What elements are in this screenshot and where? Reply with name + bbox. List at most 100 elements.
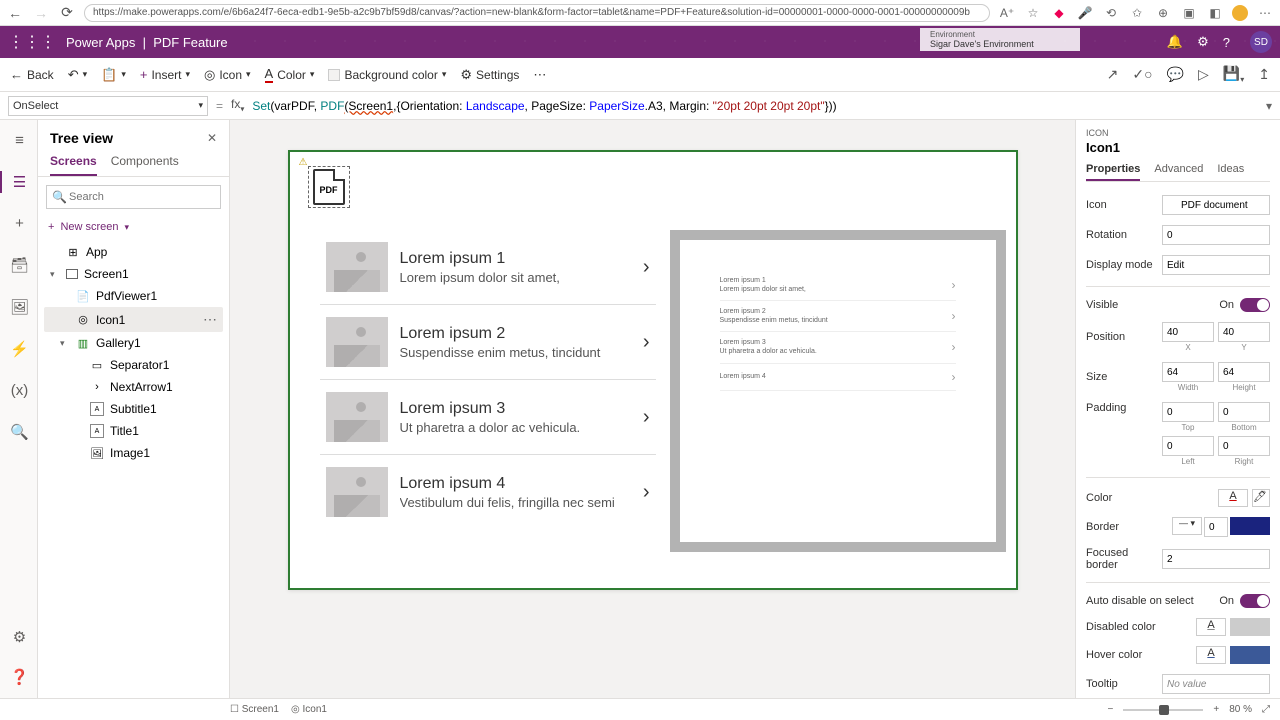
share-icon[interactable]: ↗: [1107, 66, 1119, 83]
settings-button[interactable]: ⚙Settings: [460, 67, 519, 83]
rail-insert-icon[interactable]: +: [0, 213, 37, 234]
profile-avatar-icon[interactable]: [1232, 5, 1248, 21]
icon-value-input[interactable]: [1162, 195, 1270, 215]
tree-item-screen1[interactable]: ▾Screen1: [44, 263, 223, 285]
hover-swatch[interactable]: [1230, 646, 1270, 664]
pos-y-input[interactable]: [1218, 322, 1270, 342]
icon-button[interactable]: ◎Icon▾: [204, 67, 251, 83]
rotation-input[interactable]: [1162, 225, 1270, 245]
bgcolor-button[interactable]: Background color▾: [328, 68, 446, 82]
tree-item-gallery1[interactable]: ▾▥Gallery1: [44, 332, 223, 354]
tree-item-nextarrow1[interactable]: ›NextArrow1: [44, 376, 223, 398]
chevron-right-icon[interactable]: ›: [643, 406, 650, 429]
environment-picker[interactable]: Environment Sigar Dave's Environment: [920, 28, 1080, 51]
tree-item-app[interactable]: ⊞App: [44, 241, 223, 263]
more-icon[interactable]: ⋯: [1256, 6, 1274, 20]
border-color-swatch[interactable]: [1230, 517, 1270, 535]
tab-properties[interactable]: Properties: [1086, 163, 1140, 181]
mic-icon[interactable]: 🎤: [1076, 6, 1094, 20]
chevron-right-icon[interactable]: ›: [643, 256, 650, 279]
tree-item-image1[interactable]: 🖼Image1: [44, 442, 223, 464]
hover-color-picker[interactable]: A: [1196, 646, 1226, 664]
rail-search-icon[interactable]: 🔍: [0, 421, 37, 443]
ext-icon-2[interactable]: ▣: [1180, 6, 1198, 20]
zoom-in-icon[interactable]: +: [1213, 704, 1219, 715]
disabled-swatch[interactable]: [1230, 618, 1270, 636]
gallery-item[interactable]: Lorem ipsum 4Vestibulum dui felis, fring…: [320, 455, 656, 529]
fx-icon[interactable]: fx▾: [231, 97, 244, 113]
settings-gear-icon[interactable]: ⚙: [1197, 34, 1209, 50]
pad-bottom-input[interactable]: [1218, 402, 1270, 422]
pos-x-input[interactable]: [1162, 322, 1214, 342]
gallery-control[interactable]: Lorem ipsum 1Lorem ipsum dolor sit amet,…: [320, 230, 656, 540]
rail-hamburger-icon[interactable]: ≡: [0, 130, 37, 151]
color-button[interactable]: AColor▾: [265, 66, 315, 83]
collections-icon[interactable]: ⊕: [1154, 6, 1172, 20]
tree-item-subtitle1[interactable]: ASubtitle1: [44, 398, 223, 420]
zoom-out-icon[interactable]: −: [1108, 704, 1114, 715]
tab-advanced[interactable]: Advanced: [1154, 163, 1203, 181]
tree-item-icon1[interactable]: ◎Icon1⋯: [44, 307, 223, 332]
tree-item-separator1[interactable]: ▭Separator1: [44, 354, 223, 376]
formula-expand-icon[interactable]: ▾: [1266, 99, 1272, 113]
rail-variables-icon[interactable]: (x): [0, 380, 37, 401]
color-swatch[interactable]: 🖊: [1252, 489, 1270, 507]
play-icon[interactable]: ▷: [1198, 66, 1209, 83]
star-icon[interactable]: ☆: [1024, 6, 1042, 20]
rail-ask-icon[interactable]: ❓: [8, 666, 29, 688]
publish-icon[interactable]: ↥: [1258, 66, 1270, 83]
ext-icon-1[interactable]: ◆: [1050, 6, 1068, 20]
pad-left-input[interactable]: [1162, 436, 1214, 456]
tab-components[interactable]: Components: [111, 154, 179, 176]
checker-icon[interactable]: ✓○: [1132, 66, 1152, 83]
tree-search-input[interactable]: [46, 185, 221, 209]
sync-icon[interactable]: ⟲: [1102, 6, 1120, 20]
waffle-icon[interactable]: ⋮⋮⋮: [8, 32, 56, 52]
rail-settings-icon[interactable]: ⚙: [8, 626, 29, 648]
canvas-screen1[interactable]: Lorem ipsum 1Lorem ipsum dolor sit amet,…: [288, 150, 1018, 590]
refresh-icon[interactable]: ⟳: [58, 4, 76, 21]
disabled-color-picker[interactable]: A: [1196, 618, 1226, 636]
chevron-right-icon[interactable]: ›: [643, 331, 650, 354]
tab-screens[interactable]: Screens: [50, 154, 97, 176]
height-input[interactable]: [1218, 362, 1270, 382]
border-style-picker[interactable]: — ▾: [1172, 517, 1202, 535]
paste-button[interactable]: 📋▾: [101, 67, 126, 83]
auto-disable-toggle[interactable]: [1240, 594, 1270, 608]
comments-icon[interactable]: 💬: [1167, 66, 1184, 83]
width-input[interactable]: [1162, 362, 1214, 382]
pdf-icon-control[interactable]: [308, 166, 350, 208]
undo-button[interactable]: ↶▾: [68, 67, 87, 83]
favorite-icon[interactable]: ✩: [1128, 6, 1146, 20]
back-icon[interactable]: ←: [6, 5, 24, 21]
rail-data-icon[interactable]: 🗃: [0, 254, 37, 276]
notifications-icon[interactable]: 🔔: [1167, 34, 1183, 50]
gallery-item[interactable]: Lorem ipsum 2Suspendisse enim metus, tin…: [320, 305, 656, 380]
property-selector[interactable]: OnSelect▾: [8, 96, 208, 116]
pdf-preview-control[interactable]: Lorem ipsum 1Lorem ipsum dolor sit amet,…: [670, 230, 1006, 552]
display-mode-input[interactable]: [1162, 255, 1270, 275]
zoom-slider[interactable]: [1123, 709, 1203, 711]
color-picker[interactable]: A: [1218, 489, 1248, 507]
border-width-input[interactable]: [1204, 517, 1228, 537]
tree-item-pdfviewer1[interactable]: 📄PdfViewer1: [44, 285, 223, 307]
tooltip-input[interactable]: [1162, 674, 1270, 694]
tree-item-more-icon[interactable]: ⋯: [203, 311, 217, 328]
visible-toggle[interactable]: [1240, 298, 1270, 312]
formula-input[interactable]: Set(varPDF, PDF(Screen1,{Orientation: La…: [252, 99, 1258, 113]
user-avatar[interactable]: SD: [1250, 31, 1272, 53]
chevron-right-icon[interactable]: ›: [643, 481, 650, 504]
tab-ideas[interactable]: Ideas: [1217, 163, 1244, 181]
rail-flow-icon[interactable]: ⚡: [0, 338, 37, 360]
help-icon[interactable]: ?: [1223, 35, 1230, 50]
url-bar[interactable]: https://make.powerapps.com/e/6b6a24f7-6e…: [84, 4, 990, 22]
pad-top-input[interactable]: [1162, 402, 1214, 422]
rail-tree-icon[interactable]: ☰: [0, 171, 37, 193]
focused-border-input[interactable]: [1162, 549, 1270, 569]
gallery-item[interactable]: Lorem ipsum 1Lorem ipsum dolor sit amet,…: [320, 230, 656, 305]
rail-media-icon[interactable]: 🖼: [0, 296, 37, 318]
fit-icon[interactable]: ⤢: [1262, 704, 1270, 715]
back-button[interactable]: ←Back: [10, 67, 54, 82]
close-icon[interactable]: ✕: [207, 131, 217, 145]
toolbar-overflow[interactable]: ⋯: [533, 67, 546, 83]
